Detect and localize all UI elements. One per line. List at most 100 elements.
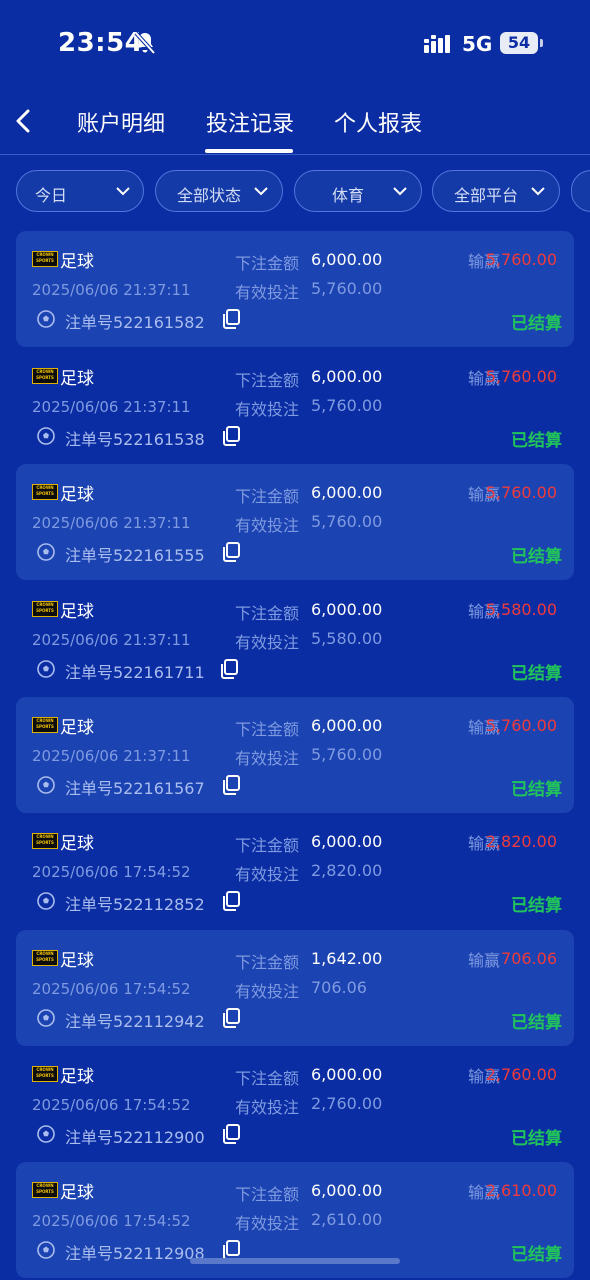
valid-bet-label: 有效投注 <box>235 749 300 768</box>
order-number: 注单号522161555 <box>65 546 205 565</box>
soccer-ball-icon <box>37 660 55 678</box>
bet-record-card[interactable]: CROWN SPORTS 足球 2025/06/06 21:37:11 注单号52216… <box>16 348 574 464</box>
copy-icon[interactable] <box>222 309 241 329</box>
bet-amount-value: 6,000.00 <box>311 832 383 851</box>
bet-record-card[interactable]: CROWN SPORTS 足球 2025/06/06 17:54:52 注单号52211… <box>16 813 574 929</box>
copy-icon[interactable] <box>222 1124 241 1144</box>
filter-bar: 今日 全部状态 体育 全部平台 <box>0 170 590 214</box>
bet-amount-value: 6,000.00 <box>311 716 383 735</box>
bell-muted-icon <box>134 31 156 55</box>
bet-amount-value: 6,000.00 <box>311 1181 383 1200</box>
copy-icon[interactable] <box>222 426 241 446</box>
soccer-ball-icon <box>37 1125 55 1143</box>
copy-icon[interactable] <box>222 1008 241 1028</box>
crown-sports-logo: CROWN SPORTS <box>32 1066 58 1082</box>
battery-icon: 54 <box>500 32 538 54</box>
sport-name: 足球 <box>60 834 94 854</box>
bet-datetime: 2025/06/06 17:54:52 <box>32 1096 191 1114</box>
win-loss-label: 输赢 <box>468 951 501 970</box>
valid-bet-label: 有效投注 <box>235 516 300 535</box>
filter-platform-label: 全部平台 <box>454 186 519 205</box>
tab-personal-report[interactable]: 个人报表 <box>334 106 422 138</box>
filter-status-label: 全部状态 <box>177 186 242 205</box>
valid-bet-value: 5,760.00 <box>311 396 383 415</box>
bet-record-card[interactable]: CROWN SPORTS 足球 2025/06/06 17:54:52 注单号52211… <box>16 930 574 1046</box>
status-time: 23:54 <box>58 28 144 58</box>
bet-record-card[interactable]: CROWN SPORTS 足球 2025/06/06 21:37:11 注单号52216… <box>16 697 574 813</box>
valid-bet-value: 2,820.00 <box>311 861 383 880</box>
bet-datetime: 2025/06/06 21:37:11 <box>32 631 191 649</box>
chevron-down-icon <box>531 187 545 196</box>
valid-bet-label: 有效投注 <box>235 400 300 419</box>
chevron-down-icon <box>254 187 268 196</box>
filter-platform[interactable]: 全部平台 <box>432 170 560 212</box>
valid-bet-label: 有效投注 <box>235 865 300 884</box>
crown-sports-logo: CROWN SPORTS <box>32 1182 58 1198</box>
settlement-status: 已结算 <box>511 547 562 567</box>
valid-bet-label: 有效投注 <box>235 1098 300 1117</box>
copy-icon[interactable] <box>220 659 239 679</box>
settlement-status: 已结算 <box>511 896 562 916</box>
settlement-status: 已结算 <box>511 314 562 334</box>
bet-amount-label: 下注金额 <box>235 953 300 972</box>
crown-sports-logo: CROWN SPORTS <box>32 833 58 849</box>
bet-datetime: 2025/06/06 21:37:11 <box>32 398 191 416</box>
valid-bet-label: 有效投注 <box>235 633 300 652</box>
settlement-status: 已结算 <box>511 1129 562 1149</box>
crown-sports-logo: CROWN SPORTS <box>32 251 58 267</box>
copy-icon[interactable] <box>222 775 241 795</box>
valid-bet-value: 2,610.00 <box>311 1210 383 1229</box>
soccer-ball-icon <box>37 1241 55 1259</box>
valid-bet-label: 有效投注 <box>235 1214 300 1233</box>
bet-amount-value: 6,000.00 <box>311 250 383 269</box>
bet-datetime: 2025/06/06 17:54:52 <box>32 863 191 881</box>
win-loss-value: 2,820.00 <box>485 832 557 851</box>
signal-icon <box>424 35 450 53</box>
order-number: 注单号522161711 <box>65 663 205 682</box>
valid-bet-label: 有效投注 <box>235 982 300 1001</box>
order-number: 注单号522161538 <box>65 430 205 449</box>
order-number: 注单号522112852 <box>65 895 205 914</box>
battery-tip <box>540 39 543 47</box>
back-arrow-icon[interactable] <box>10 106 38 136</box>
soccer-ball-icon <box>37 427 55 445</box>
valid-bet-value: 706.06 <box>311 978 367 997</box>
filter-category-label: 体育 <box>332 186 365 205</box>
bet-record-card[interactable]: CROWN SPORTS 足球 2025/06/06 21:37:11 注单号52216… <box>16 464 574 580</box>
sport-name: 足球 <box>60 718 94 738</box>
win-loss-value: 5,760.00 <box>485 716 557 735</box>
tab-account-details[interactable]: 账户明细 <box>77 106 165 138</box>
sport-name: 足球 <box>60 485 94 505</box>
bet-amount-value: 6,000.00 <box>311 600 383 619</box>
tab-header: 账户明细 投注记录 个人报表 <box>0 88 590 155</box>
sport-name: 足球 <box>60 252 94 272</box>
copy-icon[interactable] <box>222 891 241 911</box>
active-tab-indicator <box>205 149 293 153</box>
copy-icon[interactable] <box>222 1240 241 1260</box>
home-indicator[interactable] <box>190 1258 400 1264</box>
bet-amount-label: 下注金额 <box>235 487 300 506</box>
settlement-status: 已结算 <box>511 664 562 684</box>
copy-icon[interactable] <box>222 542 241 562</box>
bet-record-card[interactable]: CROWN SPORTS 足球 2025/06/06 21:37:11 注单号52216… <box>16 581 574 697</box>
settlement-status: 已结算 <box>511 431 562 451</box>
chevron-down-icon <box>393 187 407 196</box>
win-loss-value: 5,760.00 <box>485 483 557 502</box>
sport-name: 足球 <box>60 951 94 971</box>
tab-bet-records[interactable]: 投注记录 <box>206 106 294 138</box>
filter-status[interactable]: 全部状态 <box>155 170 283 212</box>
bet-datetime: 2025/06/06 21:37:11 <box>32 514 191 532</box>
valid-bet-value: 2,760.00 <box>311 1094 383 1113</box>
filter-category[interactable]: 体育 <box>294 170 422 212</box>
bet-record-card[interactable]: CROWN SPORTS 足球 2025/06/06 17:54:52 注单号52211… <box>16 1046 574 1162</box>
bet-amount-label: 下注金额 <box>235 720 300 739</box>
win-loss-value: 5,580.00 <box>485 600 557 619</box>
filter-date[interactable]: 今日 <box>16 170 144 212</box>
bet-amount-value: 6,000.00 <box>311 483 383 502</box>
sport-name: 足球 <box>60 1183 94 1203</box>
bet-amount-value: 1,642.00 <box>311 949 383 968</box>
bet-record-card[interactable]: CROWN SPORTS 足球 2025/06/06 21:37:11 注单号52216… <box>16 231 574 347</box>
valid-bet-label: 有效投注 <box>235 283 300 302</box>
filter-more[interactable] <box>571 170 590 212</box>
order-number: 注单号522112900 <box>65 1128 205 1147</box>
